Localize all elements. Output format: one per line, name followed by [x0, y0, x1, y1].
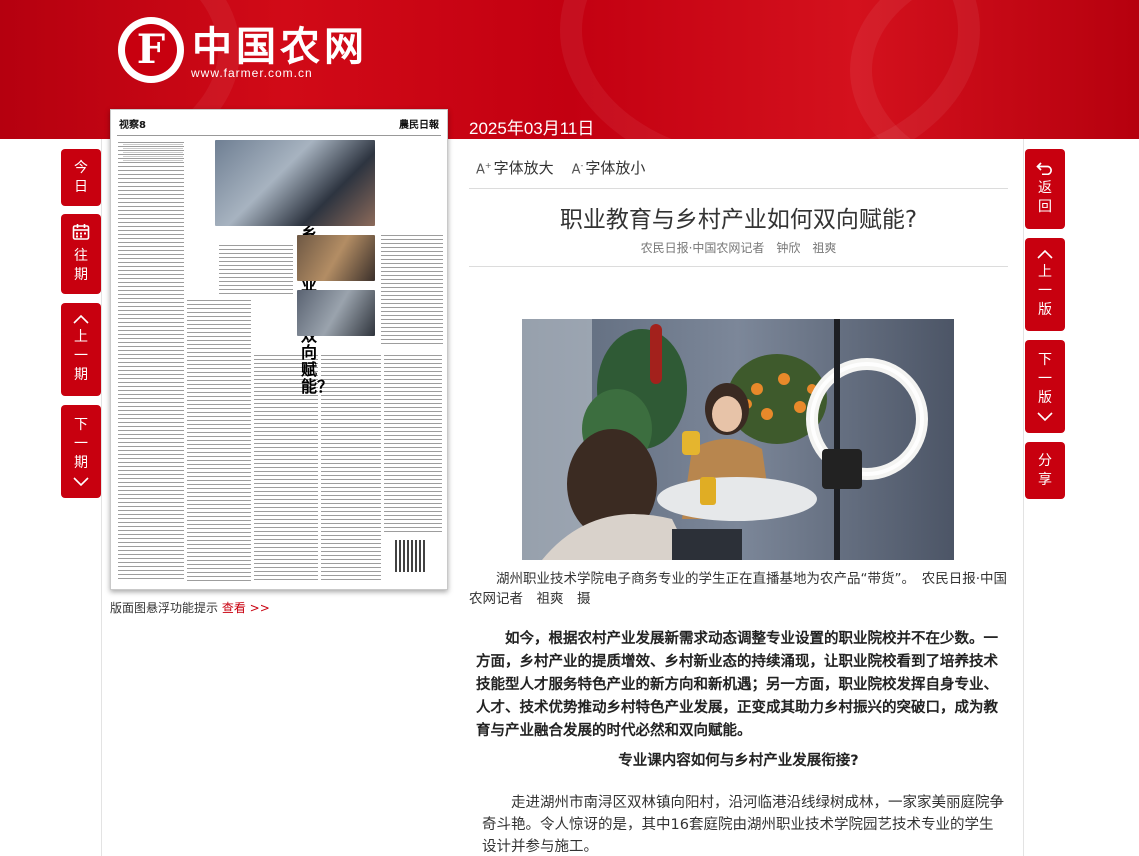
paper-text-column	[381, 235, 443, 345]
site-name[interactable]: 中国农网	[192, 14, 368, 72]
photo-caption: 湖州职业技术学院电子商务专业的学生正在直播基地为农产品“带货”。 农民日报·中国…	[469, 571, 1008, 607]
paper-text-column	[187, 300, 251, 582]
calendar-icon	[72, 224, 90, 240]
float-tip-link[interactable]: 查看 >>	[222, 601, 270, 615]
site-url[interactable]: www.farmer.com.cn	[191, 66, 313, 80]
float-tip: 版面图悬浮功能提示 查看 >>	[110, 599, 270, 616]
next-page-button[interactable]: 下一版	[1025, 340, 1065, 433]
paper-text-column	[384, 355, 442, 535]
article-byline: 农民日报·中国农网记者 钟欣 祖爽	[640, 241, 837, 255]
font-shrink-icon: A-	[571, 160, 584, 177]
next-issue-label: 下一期	[74, 417, 88, 471]
share-button[interactable]: 分享	[1025, 442, 1065, 499]
paper-text-column	[219, 245, 293, 295]
article-title: 职业教育与乡村产业如何双向赋能?	[559, 207, 918, 233]
paper-page-label: 视察8	[119, 120, 146, 131]
today-label: 今日	[74, 159, 88, 195]
livestream-scene-image	[522, 319, 954, 560]
chevron-down-icon	[1037, 412, 1053, 422]
chevron-up-icon	[1037, 249, 1053, 259]
prev-page-label: 上一版	[1038, 264, 1052, 318]
font-shrink-button[interactable]: A- 字体放小	[572, 157, 646, 178]
prev-page-button[interactable]: 上一版	[1025, 238, 1065, 331]
divider	[469, 266, 1008, 267]
logo-letter: F	[125, 24, 177, 76]
article-subheading: 专业课内容如何与乡村产业发展衔接?	[618, 753, 859, 769]
font-toolbar: A+ 字体放大 A- 字体放小	[476, 157, 645, 178]
font-shrink-label: 字体放小	[585, 159, 646, 177]
font-enlarge-label: 字体放大	[493, 159, 554, 177]
site-logo[interactable]: F	[118, 17, 184, 83]
paper-text-column	[118, 142, 184, 582]
share-label: 分享	[1038, 452, 1052, 488]
float-tip-text: 版面图悬浮功能提示	[110, 601, 219, 615]
prev-issue-label: 上一期	[74, 329, 88, 383]
font-enlarge-icon: A+	[476, 160, 492, 177]
paper-masthead: 视察8 農民日報	[117, 114, 441, 136]
divider	[469, 188, 1008, 189]
prev-issue-button[interactable]: 上一期	[61, 303, 101, 396]
qr-code-icon	[395, 540, 427, 572]
article-lead-paragraph: 如今，根据农村产业发展新需求动态调整专业设置的职业院校并不在少数。一方面，乡村产…	[476, 631, 998, 739]
paper-photo	[215, 140, 375, 226]
next-page-label: 下一版	[1038, 352, 1052, 406]
today-button[interactable]: 今日	[61, 149, 101, 206]
paper-name: 農民日報	[399, 120, 439, 131]
paper-text-column	[123, 144, 183, 162]
newspaper-page-thumbnail[interactable]: 视察8 農民日報 职业教育与乡村产业如何双向赋能？	[110, 109, 448, 590]
font-enlarge-button[interactable]: A+ 字体放大	[476, 157, 554, 178]
archive-label: 往期	[74, 248, 88, 283]
article-body-paragraph: 走进湖州市南浔区双林镇向阳村，沿河临港沿线绿树成林，一家家美丽庭院争奇斗艳。令人…	[482, 795, 1004, 855]
issue-date: 2025年03月11日	[469, 119, 595, 138]
chevron-up-icon	[73, 314, 89, 324]
header-decoration	[850, 0, 1139, 139]
chevron-down-icon	[73, 477, 89, 487]
paper-photo	[297, 290, 375, 336]
next-issue-button[interactable]: 下一期	[61, 405, 101, 498]
back-button[interactable]: 返回	[1025, 149, 1065, 229]
article-photo[interactable]	[522, 319, 954, 560]
archive-button[interactable]: 往期	[61, 214, 101, 294]
paper-photo	[297, 235, 375, 281]
return-icon	[1036, 162, 1052, 175]
back-label: 返回	[1038, 180, 1052, 215]
